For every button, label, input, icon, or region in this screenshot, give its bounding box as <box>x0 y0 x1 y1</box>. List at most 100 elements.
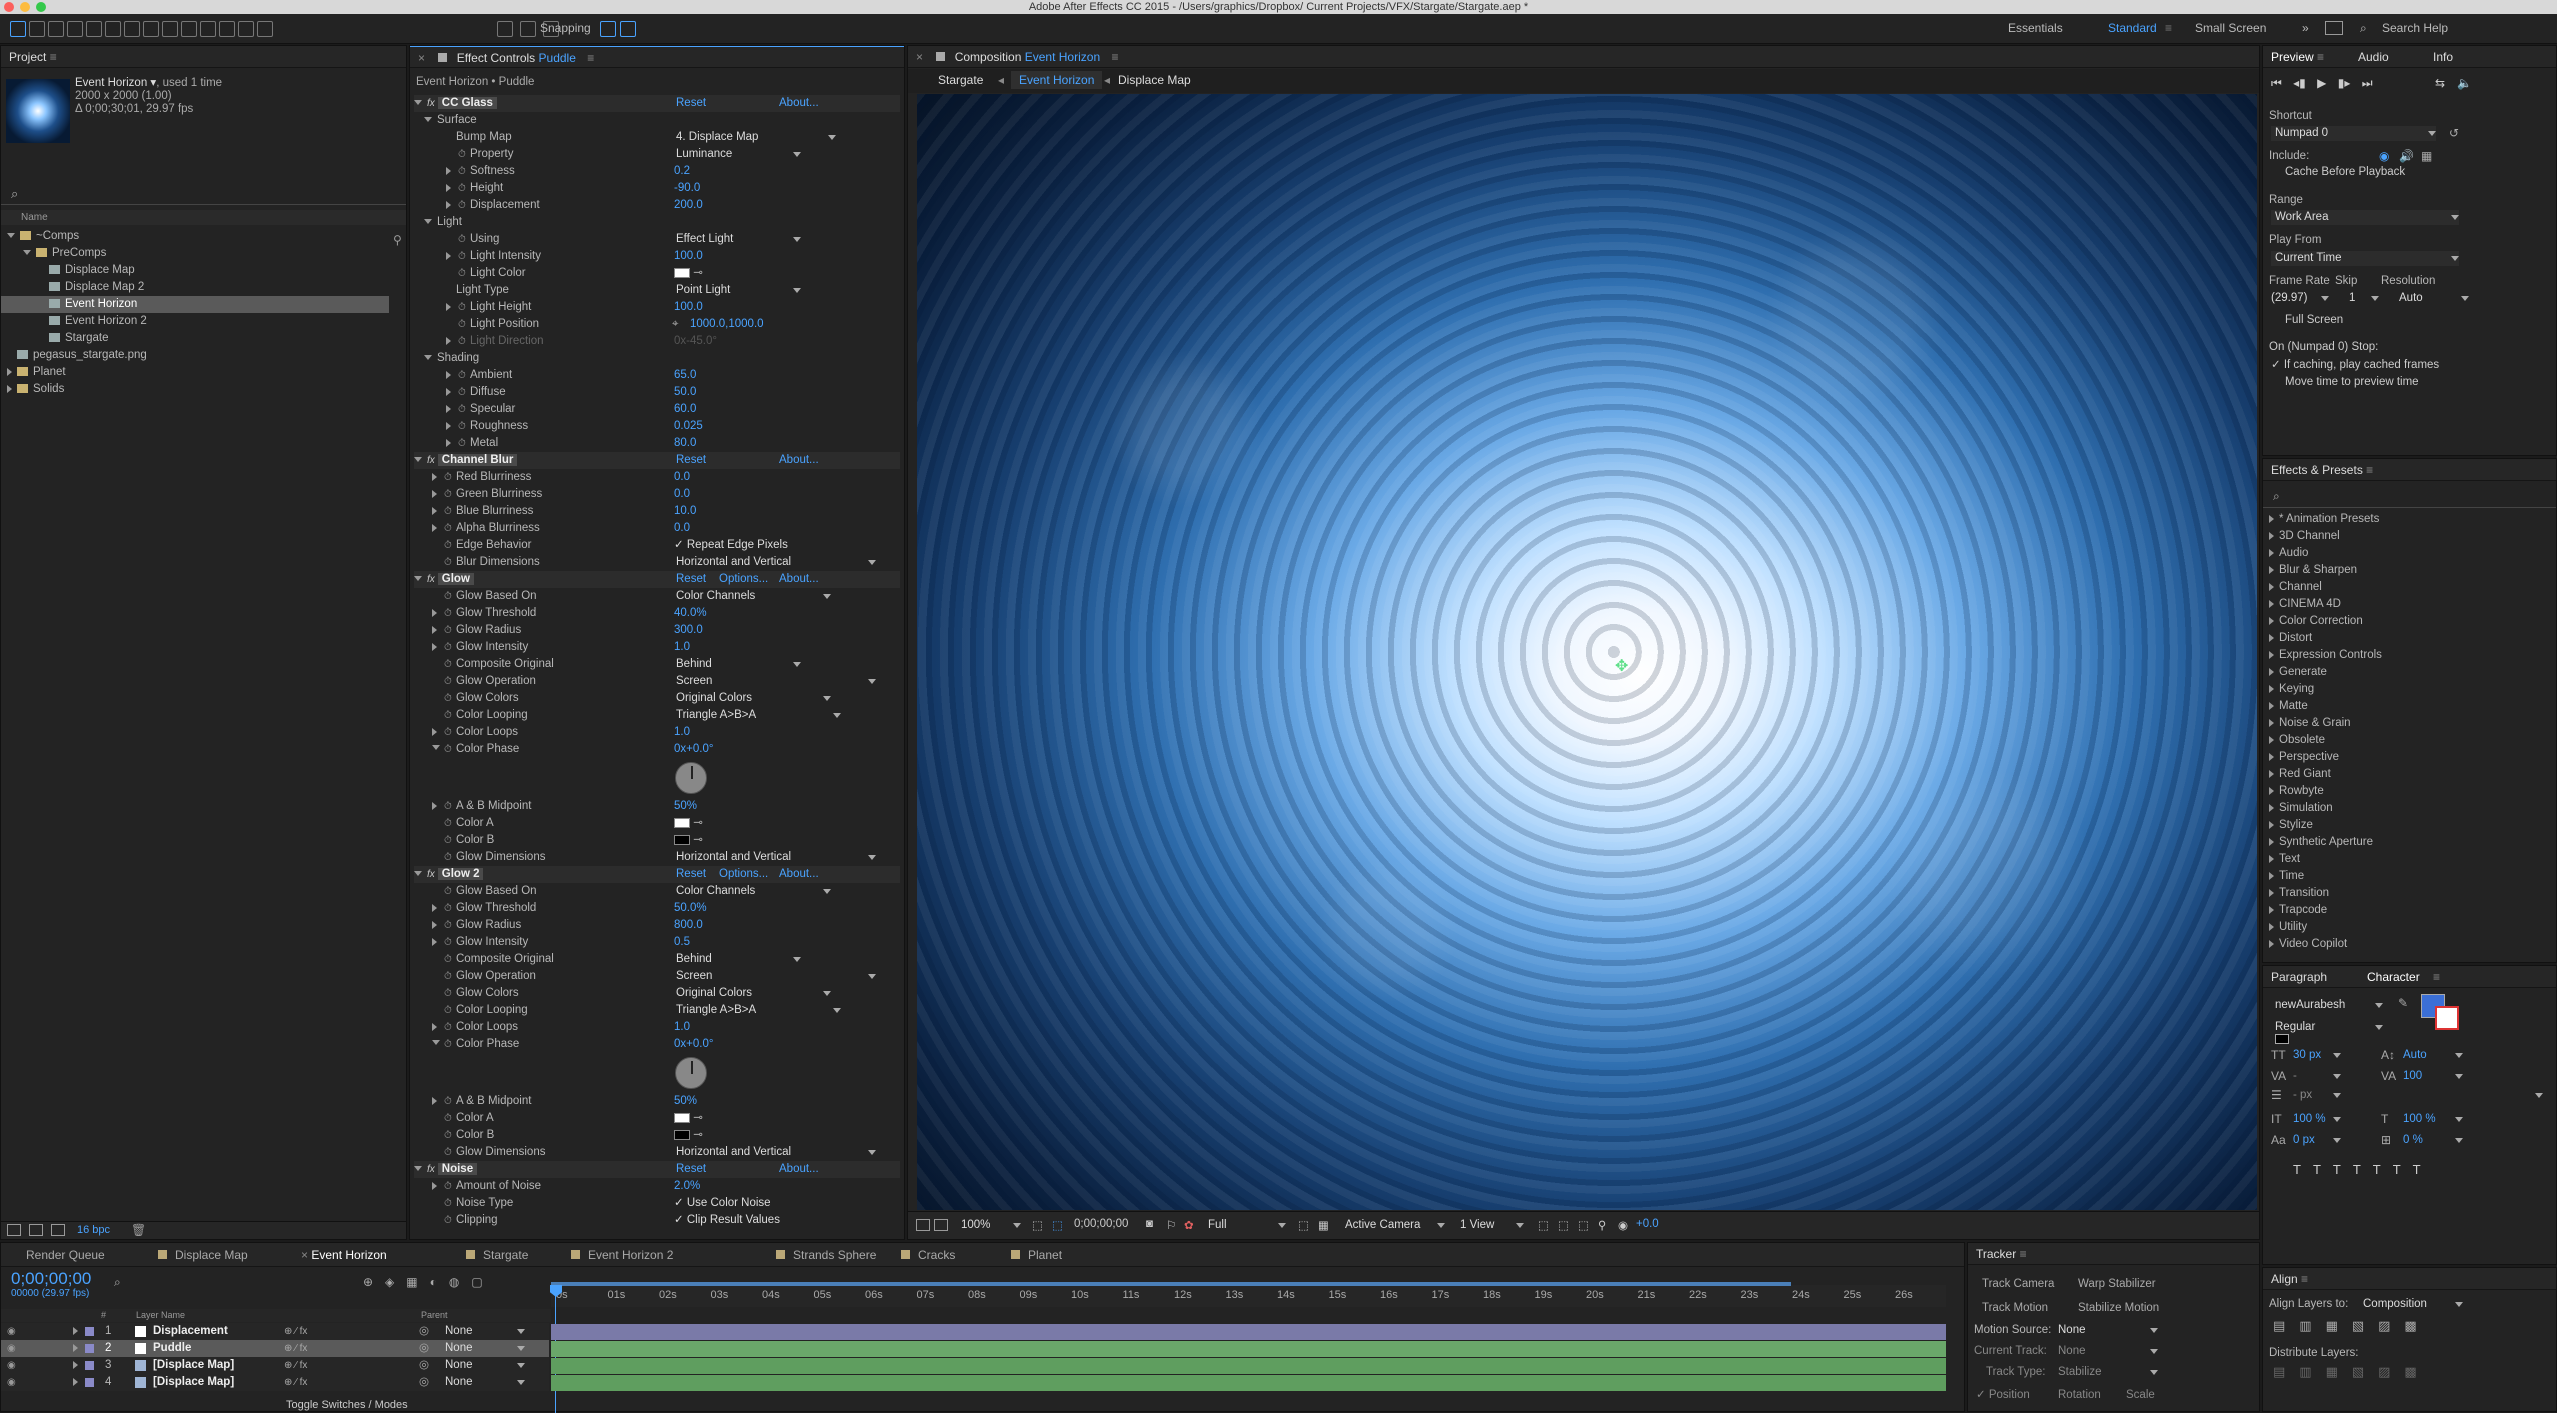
character-tab[interactable]: Character <box>2367 966 2420 988</box>
parent-dropdown[interactable]: None <box>445 1341 525 1356</box>
skip-dropdown[interactable]: 1 <box>2349 291 2379 306</box>
warp-stabilizer-button[interactable]: Warp Stabilizer <box>2078 1276 2156 1293</box>
rectangle-tool-icon[interactable] <box>124 21 140 37</box>
rotate-tool-icon[interactable] <box>67 21 83 37</box>
eyedropper-icon[interactable]: ✎ <box>2398 996 2408 1010</box>
close-tab-icon[interactable]: × <box>301 1248 311 1262</box>
cached-frames-checkbox[interactable]: ✓ If caching, play cached frames <box>2271 357 2439 374</box>
property-dropdown[interactable]: Horizontal and Vertical <box>676 1145 876 1160</box>
camera-dropdown[interactable]: Active Camera <box>1345 1218 1445 1233</box>
disclosure-triangle-icon[interactable] <box>432 609 437 617</box>
disclosure-triangle-icon[interactable] <box>2269 888 2274 897</box>
stopwatch-icon[interactable]: ⏱ <box>444 968 452 985</box>
label-color-swatch[interactable] <box>85 1327 94 1336</box>
property-value[interactable]: 0.025 <box>674 418 703 435</box>
view-layout-dropdown[interactable]: 1 View <box>1460 1218 1524 1233</box>
visibility-eye-icon[interactable]: ◉ <box>7 1374 16 1391</box>
exposure-value[interactable]: +0.0 <box>1636 1218 1659 1230</box>
disclosure-triangle-icon[interactable] <box>446 439 451 447</box>
stopwatch-icon[interactable]: ⏱ <box>444 537 452 554</box>
property-value[interactable]: 800.0 <box>674 917 703 934</box>
preset-category-animation-presets[interactable]: * Animation Presets <box>2269 511 2379 528</box>
reset-button[interactable]: Reset <box>676 1161 706 1178</box>
stopwatch-icon[interactable]: ⏱ <box>444 849 452 866</box>
stopwatch-icon[interactable]: ⏱ <box>444 934 452 951</box>
horizontal-scale-field[interactable]: 100 % <box>2403 1112 2463 1127</box>
property-value[interactable]: 50% <box>674 798 697 815</box>
tracking-field[interactable]: 100 <box>2403 1069 2463 1084</box>
distribute-buttons[interactable]: ▤▥▦▧▨▩ <box>2273 1364 2431 1380</box>
preset-category-matte[interactable]: Matte <box>2269 698 2308 715</box>
kerning-field[interactable]: - <box>2293 1069 2341 1084</box>
stopwatch-icon[interactable]: ⏱ <box>444 639 452 656</box>
disclosure-triangle-icon[interactable] <box>2269 786 2274 795</box>
property-dropdown[interactable]: Original Colors <box>676 691 831 706</box>
eyedropper-icon[interactable]: ⊸ <box>690 834 703 846</box>
property-dropdown[interactable]: Color Channels <box>676 589 831 604</box>
property-value[interactable]: 50% <box>674 1093 697 1110</box>
disclosure-triangle-icon[interactable] <box>432 1097 437 1105</box>
audio-tab[interactable]: Audio <box>2358 46 2389 68</box>
stopwatch-icon[interactable]: ⏱ <box>458 265 466 282</box>
bit-depth-button[interactable]: 16 bpc <box>77 1224 110 1236</box>
effect-name[interactable]: Noise <box>437 1163 478 1175</box>
roto-brush-tool-icon[interactable] <box>238 21 254 37</box>
stopwatch-icon[interactable]: ⏱ <box>458 401 466 418</box>
resolution-dropdown[interactable]: Auto <box>2399 291 2469 306</box>
property-value[interactable]: 1.0 <box>674 639 690 656</box>
label-color-swatch[interactable] <box>85 1378 94 1387</box>
disclosure-triangle-icon[interactable] <box>424 117 432 123</box>
stabilize-motion-button[interactable]: Stabilize Motion <box>2078 1300 2159 1317</box>
stopwatch-icon[interactable]: ⏱ <box>458 316 466 333</box>
preset-category-channel[interactable]: Channel <box>2269 579 2322 596</box>
effect-name[interactable]: CC Glass <box>437 97 497 109</box>
project-item-pegasus-stargate-png[interactable]: pegasus_stargate.png <box>1 347 389 364</box>
parent-pick-whip-icon[interactable]: ◎ <box>419 1323 429 1340</box>
puppet-pin-tool-icon[interactable] <box>257 21 273 37</box>
workspace-menu-icon[interactable]: ≡ <box>2165 21 2172 35</box>
lock-icon[interactable] <box>438 53 448 62</box>
camera-orbit-tool-icon[interactable] <box>86 21 102 37</box>
property-value[interactable]: 50.0% <box>674 900 707 917</box>
parent-dropdown[interactable]: None <box>445 1358 525 1373</box>
preset-category-text[interactable]: Text <box>2269 851 2300 868</box>
layer-name[interactable]: [Displace Map] <box>153 1374 234 1391</box>
stopwatch-icon[interactable]: ⏱ <box>458 163 466 180</box>
disclosure-triangle-icon[interactable] <box>2269 531 2274 540</box>
preset-category-rowbyte[interactable]: Rowbyte <box>2269 783 2324 800</box>
position-checkbox[interactable]: ✓ Position <box>1976 1387 2030 1404</box>
disclosure-triangle-icon[interactable] <box>7 233 15 239</box>
timeline-tab-stargate[interactable]: Stargate <box>466 1247 528 1263</box>
property-value[interactable]: 0.5 <box>674 934 690 951</box>
disclosure-triangle-icon[interactable] <box>2269 837 2274 846</box>
stopwatch-icon[interactable]: ⏱ <box>444 1178 452 1195</box>
visibility-eye-icon[interactable]: ◉ <box>7 1357 16 1374</box>
mute-audio-icon[interactable]: 🔈 <box>2457 76 2472 90</box>
layer-row[interactable]: ◉ 3 [Displace Map] ⊕ ∕ fx ◎ None <box>1 1357 549 1374</box>
reset-button[interactable]: Reset <box>676 95 706 112</box>
paragraph-tab[interactable]: Paragraph <box>2271 970 2327 984</box>
disclosure-triangle-icon[interactable] <box>2269 803 2274 812</box>
visibility-eye-icon[interactable]: ◉ <box>7 1323 16 1340</box>
project-item-comps[interactable]: ~Comps <box>1 228 389 245</box>
stopwatch-icon[interactable]: ⏱ <box>444 741 452 758</box>
stopwatch-icon[interactable]: ⏱ <box>444 900 452 917</box>
property-value[interactable]: 80.0 <box>674 435 696 452</box>
font-style-dropdown[interactable]: Regular <box>2275 1020 2383 1035</box>
project-item-stargate[interactable]: Stargate <box>1 330 389 347</box>
eyedropper-icon[interactable]: ⊸ <box>690 1112 703 1124</box>
timeline-tab-planet[interactable]: Planet <box>1011 1247 1062 1263</box>
stopwatch-icon[interactable]: ⏱ <box>458 146 466 163</box>
stroke-width-field[interactable]: - px <box>2293 1088 2341 1103</box>
layer-row[interactable]: ◉ 4 [Displace Map] ⊕ ∕ fx ◎ None <box>1 1374 549 1391</box>
disclosure-triangle-icon[interactable] <box>414 100 422 106</box>
timeline-icon[interactable]: ⬚ <box>1578 1218 1589 1232</box>
disclosure-triangle-icon[interactable] <box>432 1023 437 1031</box>
viewer-options-icon[interactable] <box>934 1219 948 1231</box>
about-button[interactable]: About... <box>779 866 819 883</box>
preset-category-color-correction[interactable]: Color Correction <box>2269 613 2363 630</box>
light-position-target-icon[interactable]: ✥ <box>1615 656 1628 676</box>
zoom-window-button[interactable] <box>36 2 46 12</box>
project-item-precomps[interactable]: PreComps <box>1 245 389 262</box>
cache-before-playback-checkbox[interactable]: Cache Before Playback <box>2285 164 2405 181</box>
